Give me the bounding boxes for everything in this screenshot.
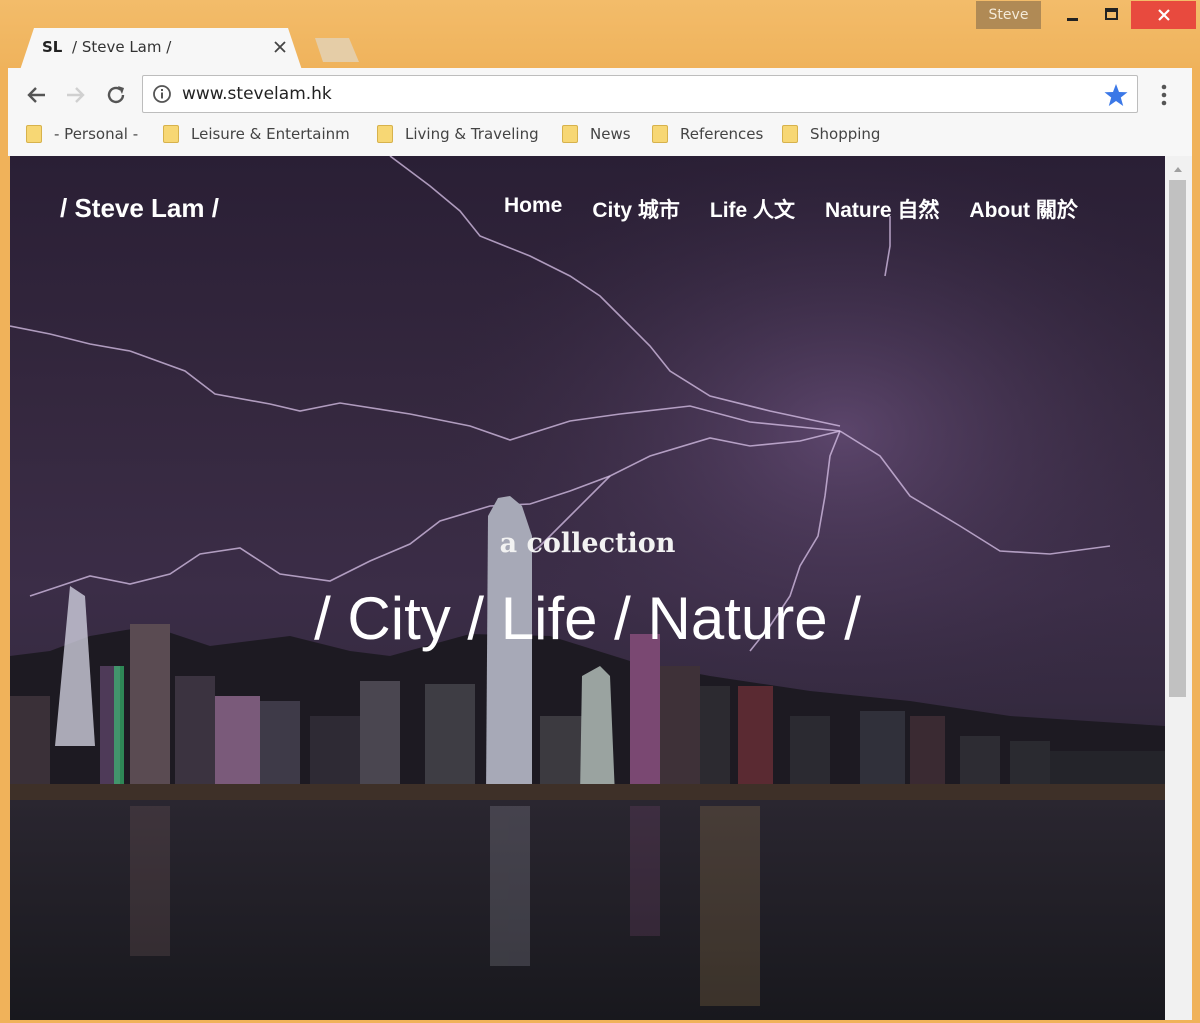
folder-icon: [652, 125, 668, 143]
info-icon[interactable]: [152, 84, 172, 104]
folder-icon: [163, 125, 179, 143]
nav-city[interactable]: City 城市: [592, 194, 680, 224]
forward-arrow-icon: [67, 87, 85, 103]
back-arrow-icon: [27, 87, 45, 103]
maximize-button[interactable]: [1093, 1, 1131, 29]
forward-button[interactable]: [61, 80, 91, 110]
bookmark-living-traveling[interactable]: Living & Traveling: [377, 122, 539, 146]
bookmark-label: Living & Traveling: [405, 125, 539, 143]
bookmark-references[interactable]: References: [652, 122, 763, 146]
tab-close-button[interactable]: [270, 37, 290, 57]
profile-button[interactable]: Steve: [976, 1, 1041, 29]
reload-button[interactable]: [101, 80, 131, 110]
hero-tagline: a collection: [499, 528, 676, 559]
folder-icon: [562, 125, 578, 143]
site-nav: Home City 城市 Life 人文 Nature 自然 About 關於: [504, 194, 1078, 224]
star-icon[interactable]: [1103, 82, 1129, 108]
hero-title: / City / Life / Nature /: [314, 585, 861, 652]
bookmark-label: Shopping: [810, 125, 881, 143]
page-viewport: / Steve Lam / Home City 城市 Life 人文 Natur…: [10, 156, 1165, 1020]
close-icon: [274, 41, 286, 53]
nav-life[interactable]: Life 人文: [710, 194, 795, 224]
scroll-up-button[interactable]: [1170, 162, 1186, 176]
folder-icon: [782, 125, 798, 143]
tab-favicon: SL: [42, 38, 63, 56]
back-button[interactable]: [21, 80, 51, 110]
bookmark-label: News: [590, 125, 631, 143]
tab-title: / Steve Lam /: [72, 38, 172, 56]
url-text[interactable]: www.stevelam.hk: [182, 84, 332, 104]
minimize-icon: [1067, 18, 1078, 21]
nav-home[interactable]: Home: [504, 194, 562, 224]
bookmark-shopping[interactable]: Shopping: [782, 122, 880, 146]
minimize-button[interactable]: [1055, 1, 1091, 29]
nav-about[interactable]: About 關於: [969, 194, 1077, 224]
bookmark-label: References: [680, 125, 764, 143]
maximize-icon: [1105, 8, 1118, 20]
folder-icon: [26, 125, 42, 143]
nav-nature[interactable]: Nature 自然: [825, 194, 939, 224]
bookmark-label: - Personal -: [54, 125, 139, 143]
folder-icon: [377, 125, 393, 143]
reload-icon: [107, 86, 125, 104]
close-window-button[interactable]: [1131, 1, 1196, 29]
bookmark-news[interactable]: News: [562, 122, 631, 146]
scroll-up-arrow-icon: [1174, 167, 1182, 172]
kebab-menu-icon[interactable]: [1152, 82, 1176, 108]
bookmark-personal[interactable]: - Personal -: [26, 122, 138, 146]
bookmark-label: Leisure & Entertainm: [191, 125, 350, 143]
site-logo[interactable]: / Steve Lam /: [60, 193, 219, 224]
scrollbar-thumb[interactable]: [1169, 180, 1186, 697]
bookmark-leisure[interactable]: Leisure & Entertainm: [163, 122, 356, 146]
close-icon: [1157, 9, 1170, 21]
